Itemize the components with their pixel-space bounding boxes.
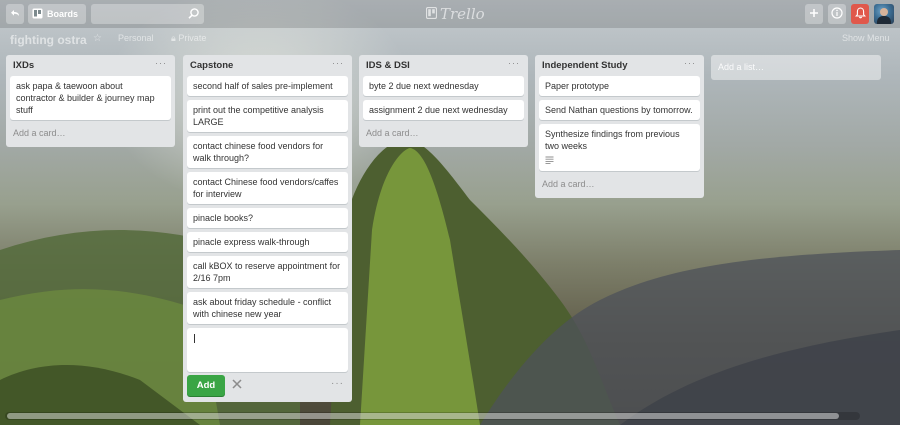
card[interactable]: contact chinese food vendors for walk th… (187, 136, 348, 168)
list-title[interactable]: Independent Study (542, 60, 628, 71)
list-menu-icon[interactable]: ··· (332, 58, 344, 68)
composer-controls: Add ··· (183, 372, 352, 402)
list-menu-icon[interactable]: ··· (684, 58, 696, 68)
list-header: Independent Study ··· (535, 55, 704, 76)
card[interactable]: Paper prototype (539, 76, 700, 96)
info-button[interactable] (828, 4, 846, 24)
card-text: Synthesize findings from previous two we… (545, 129, 680, 151)
info-icon (831, 7, 843, 21)
list-ixds: IXDs ··· ask papa & taewoon about contra… (6, 55, 175, 147)
board-title[interactable]: fighting ostra (10, 33, 87, 47)
list-title[interactable]: Capstone (190, 60, 233, 71)
search-icon[interactable] (187, 7, 200, 22)
card[interactable]: print out the competitive analysis LARGE (187, 100, 348, 132)
star-icon[interactable]: ☆ (93, 33, 102, 44)
personal-button[interactable]: Personal (118, 33, 154, 43)
boards-icon (32, 8, 43, 21)
card-container: byte 2 due next wednesday assignment 2 d… (359, 76, 528, 120)
back-icon (10, 8, 21, 21)
avatar-face (880, 8, 888, 16)
add-list-button[interactable]: Add a list… (711, 55, 881, 80)
logo-text: Trello (440, 5, 485, 23)
list-header: Capstone ··· (183, 55, 352, 76)
card-composer[interactable] (187, 328, 348, 372)
list-independent-study: Independent Study ··· Paper prototype Se… (535, 55, 704, 198)
list-header: IXDs ··· (6, 55, 175, 76)
composer-more-icon[interactable]: ··· (331, 378, 344, 389)
card-composer-input[interactable] (187, 328, 348, 372)
list-ids-dsi: IDS & DSI ··· byte 2 due next wednesday … (359, 55, 528, 147)
bell-icon (854, 7, 866, 21)
back-button[interactable] (6, 4, 24, 24)
card[interactable]: pinacle express walk-through (187, 232, 348, 252)
card-container: ask papa & taewoon about contractor & bu… (6, 76, 175, 120)
card[interactable]: pinacle books? (187, 208, 348, 228)
list-menu-icon[interactable]: ··· (155, 58, 167, 68)
card-with-description[interactable]: Synthesize findings from previous two we… (539, 124, 700, 171)
lock-icon: 🔒︎ (171, 33, 176, 43)
visibility-personal-label: Personal (118, 33, 154, 43)
list-title[interactable]: IXDs (13, 60, 34, 71)
card-container: Paper prototype Send Nathan questions by… (535, 76, 704, 171)
list-menu-icon[interactable]: ··· (508, 58, 520, 68)
boards-button[interactable]: Boards (28, 4, 86, 24)
card[interactable]: call kBOX to reserve appointment for 2/1… (187, 256, 348, 288)
description-icon (545, 155, 694, 167)
card[interactable]: ask about friday schedule - conflict wit… (187, 292, 348, 324)
card[interactable]: Send Nathan questions by tomorrow. (539, 100, 700, 120)
list-title[interactable]: IDS & DSI (366, 60, 410, 71)
boards-label: Boards (47, 9, 79, 19)
add-card-link[interactable]: Add a card… (359, 124, 528, 147)
visibility-private-label: Private (178, 33, 207, 43)
card[interactable]: byte 2 due next wednesday (363, 76, 524, 96)
add-card-link[interactable]: Add a card… (6, 124, 175, 147)
private-button[interactable]: 🔒︎ Private (171, 33, 206, 44)
close-icon[interactable] (232, 379, 242, 391)
avatar[interactable] (874, 4, 894, 24)
search-box[interactable] (91, 4, 204, 24)
trello-logo[interactable]: Trello (425, 4, 485, 24)
card[interactable]: ask papa & taewoon about contractor & bu… (10, 76, 171, 120)
search-input[interactable] (91, 4, 181, 24)
add-card-button[interactable]: Add (187, 375, 225, 396)
board-scrollbar[interactable] (5, 412, 860, 420)
card[interactable]: assignment 2 due next wednesday (363, 100, 524, 120)
plus-icon (809, 8, 819, 20)
card[interactable]: contact Chinese food vendors/caffes for … (187, 172, 348, 204)
show-menu-button[interactable]: Show Menu (842, 33, 890, 43)
notifications-button[interactable] (851, 4, 869, 24)
card[interactable]: second half of sales pre-implement (187, 76, 348, 96)
avatar-body (877, 16, 891, 24)
list-capstone: Capstone ··· second half of sales pre-im… (183, 55, 352, 402)
card-container: second half of sales pre-implement print… (183, 76, 352, 324)
top-header: Boards Trello (0, 0, 900, 28)
text-caret (194, 334, 195, 343)
list-header: IDS & DSI ··· (359, 55, 528, 76)
scrollbar-thumb[interactable] (7, 413, 839, 419)
trello-logo-icon (425, 6, 438, 21)
add-button[interactable] (805, 4, 823, 24)
add-card-link[interactable]: Add a card… (535, 175, 704, 198)
